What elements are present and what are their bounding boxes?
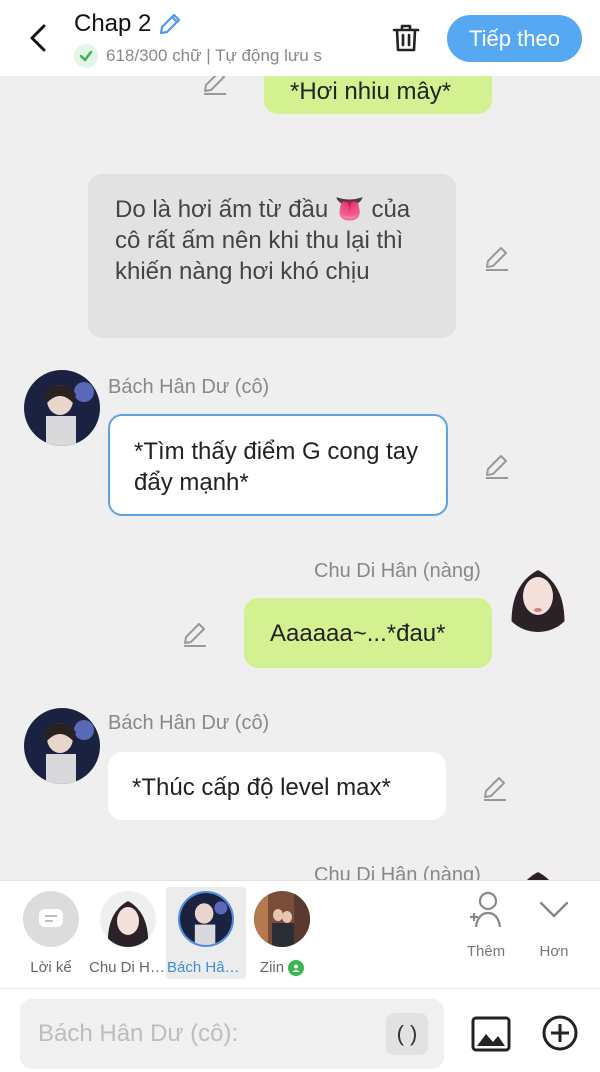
chat-area[interactable]: *Hơi nhiu mây* Do là hơi ấm từ đầu 👅 của… <box>0 76 600 880</box>
back-arrow-icon <box>30 24 46 52</box>
image-icon[interactable] <box>470 1013 512 1055</box>
edit-icon[interactable] <box>200 76 230 96</box>
message-text: *Hơi nhiu mây* <box>290 78 452 105</box>
speaker-name: Chu Di Hân (nàng) <box>314 864 481 880</box>
more-button[interactable]: Hơn <box>524 891 584 960</box>
top-bar: Chap 2 618/300 chữ | Tự động lưu s Tiếp … <box>0 0 600 76</box>
message-text: Aaaaaa~...*đau* <box>270 620 446 647</box>
message-text: Do là hơi ấm từ đầu 👅 của cô rất ấm nên … <box>115 196 411 285</box>
character-narration[interactable]: Lời kể <box>11 887 91 979</box>
character-chu-di-han[interactable]: Chu Di Hâ... <box>88 887 168 979</box>
avatar[interactable] <box>24 370 100 446</box>
message-bubble[interactable]: *Hơi nhiu mây* <box>264 76 492 114</box>
character-label: Bách Hân ... <box>167 959 245 976</box>
parenthesis-button[interactable]: ( ) <box>386 1013 428 1055</box>
edit-icon[interactable] <box>180 618 210 648</box>
avatar[interactable] <box>500 556 576 632</box>
narration-bubble[interactable]: Do là hơi ấm từ đầu 👅 của cô rất ấm nên … <box>88 174 456 338</box>
avatar[interactable] <box>500 858 576 880</box>
delete-button[interactable] <box>386 18 426 58</box>
character-bar: Lời kể Chu Di Hâ... Bách Hân ... Ziin Th… <box>0 880 600 988</box>
edit-icon[interactable] <box>480 772 510 802</box>
pencil-icon[interactable] <box>157 11 183 37</box>
composer: ( ) <box>0 988 600 1072</box>
speaker-name: Bách Hân Dư (cô) <box>108 712 270 734</box>
chapter-title-text: Chap 2 <box>74 10 152 37</box>
trash-icon <box>392 24 420 52</box>
check-icon <box>74 44 98 68</box>
message-text: *Thúc cấp độ level max* <box>132 774 391 801</box>
user-badge-icon <box>288 959 305 976</box>
speaker-name: Bách Hân Dư (cô) <box>108 376 270 398</box>
edit-icon[interactable] <box>482 450 512 480</box>
message-bubble[interactable]: *Tìm thấy điểm G cong tay đẩy mạnh* <box>108 414 448 516</box>
back-button[interactable] <box>20 18 56 58</box>
message-input[interactable] <box>38 1020 368 1048</box>
next-button[interactable]: Tiếp theo <box>447 15 582 62</box>
more-label: Hơn <box>539 943 569 960</box>
avatar <box>100 891 156 947</box>
message-bubble[interactable]: *Thúc cấp độ level max* <box>108 752 446 820</box>
chevron-down-icon <box>539 901 569 918</box>
speaker-name: Chu Di Hân (nàng) <box>314 560 481 582</box>
chapter-title[interactable]: Chap 2 <box>74 10 183 38</box>
narration-icon <box>23 891 79 947</box>
avatar <box>178 891 234 947</box>
save-status: 618/300 chữ | Tự động lưu s <box>74 44 364 68</box>
avatar[interactable] <box>24 708 100 784</box>
edit-icon[interactable] <box>482 242 512 272</box>
avatar <box>254 891 310 947</box>
add-label: Thêm <box>466 943 506 960</box>
message-bubble[interactable]: Aaaaaa~...*đau* <box>244 598 492 668</box>
character-label: Lời kể <box>30 959 72 976</box>
message-text: *Tìm thấy điểm G cong tay đẩy mạnh* <box>134 438 419 496</box>
add-icon[interactable] <box>540 1013 580 1053</box>
character-label: Chu Di Hâ... <box>89 959 167 976</box>
character-bach-han-du[interactable]: Bách Hân ... <box>166 887 246 979</box>
character-label-row: Ziin <box>243 959 321 976</box>
add-character-button[interactable]: Thêm <box>456 891 516 960</box>
character-label: Ziin <box>259 959 285 976</box>
message-input-wrapper[interactable]: ( ) <box>20 999 444 1069</box>
word-count-text: 618/300 chữ | Tự động lưu s <box>106 46 322 65</box>
add-person-icon <box>470 891 502 928</box>
character-ziin[interactable]: Ziin <box>242 887 322 979</box>
